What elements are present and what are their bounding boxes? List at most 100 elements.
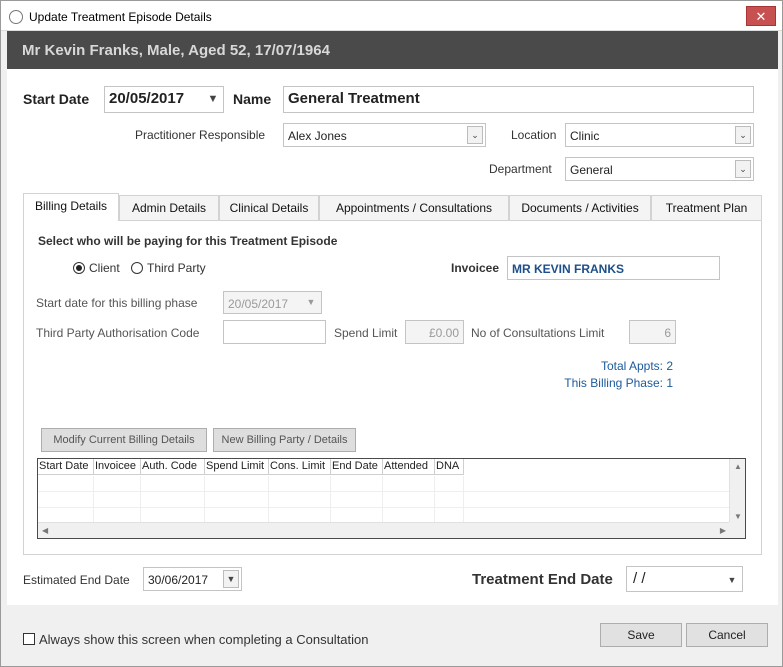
name-label: Name: [233, 91, 272, 107]
vertical-scrollbar[interactable]: ▲ ▼: [729, 459, 745, 523]
chevron-down-icon[interactable]: ▼: [724, 569, 740, 589]
consult-limit-input[interactable]: 6: [629, 320, 676, 344]
estimated-end-picker[interactable]: 30/06/2017 ▼: [143, 567, 242, 591]
treatment-end-value: / /: [633, 570, 646, 587]
tab-label: Appointments / Consultations: [335, 201, 493, 215]
modify-billing-label: Modify Current Billing Details: [53, 434, 195, 446]
col-attended[interactable]: Attended: [383, 459, 435, 474]
consult-limit-value: 6: [664, 326, 671, 340]
department-value: General: [570, 163, 613, 177]
practitioner-value: Alex Jones: [288, 129, 347, 143]
practitioner-select[interactable]: Alex Jones ⌄: [283, 123, 486, 147]
radio-client-indicator[interactable]: [73, 262, 85, 274]
department-label: Department: [489, 162, 552, 176]
chevron-down-icon[interactable]: ⌄: [467, 126, 483, 144]
tab-label: Admin Details: [131, 201, 207, 215]
location-value: Clinic: [570, 129, 600, 143]
auth-code-input[interactable]: [223, 320, 326, 344]
scroll-up-icon[interactable]: ▲: [734, 462, 742, 471]
episode-name-value: General Treatment: [288, 90, 420, 107]
tab-billing-details[interactable]: Billing Details: [23, 193, 119, 221]
estimated-end-value: 30/06/2017: [148, 573, 209, 587]
col-end-date[interactable]: End Date: [331, 459, 383, 474]
close-icon: ✕: [755, 9, 767, 24]
tab-label: Clinical Details: [229, 201, 309, 215]
window-title: Update Treatment Episode Details: [29, 10, 212, 24]
treatment-end-picker[interactable]: / / ▼: [626, 566, 743, 592]
tab-label: Documents / Activities: [521, 201, 639, 215]
tab-label: Treatment Plan: [665, 201, 748, 215]
spend-limit-input[interactable]: £0.00: [405, 320, 464, 344]
chevron-down-icon[interactable]: ▼: [205, 89, 221, 110]
invoicee-field[interactable]: MR KEVIN FRANKS: [507, 256, 720, 280]
chevron-down-icon[interactable]: ⌄: [735, 160, 751, 178]
spend-limit-label: Spend Limit: [334, 326, 398, 340]
radio-client-label: Client: [89, 261, 120, 275]
scroll-right-icon[interactable]: ▶: [720, 526, 726, 535]
start-date-label: Start Date: [23, 91, 90, 107]
save-button[interactable]: Save: [600, 623, 682, 647]
tab-label: Billing Details: [34, 199, 108, 213]
practitioner-label: Practitioner Responsible: [135, 128, 266, 142]
grid-header: Start Date Invoicee Auth. Code Spend Lim…: [38, 459, 464, 475]
billing-phase-count: This Billing Phase: 1: [564, 376, 673, 390]
modify-billing-button[interactable]: Modify Current Billing Details: [41, 428, 207, 452]
location-label: Location: [511, 128, 557, 142]
estimated-end-label: Estimated End Date: [23, 573, 130, 587]
phase-start-picker[interactable]: 20/05/2017 ▼: [223, 291, 322, 314]
col-cons-limit[interactable]: Cons. Limit: [269, 459, 331, 474]
always-show-label: Always show this screen when completing …: [39, 632, 369, 647]
new-billing-party-button[interactable]: New Billing Party / Details: [213, 428, 356, 452]
phase-start-label: Start date for this billing phase: [36, 296, 198, 310]
horizontal-scrollbar[interactable]: ◀ ▶: [38, 522, 730, 538]
save-label: Save: [627, 628, 655, 642]
new-billing-party-label: New Billing Party / Details: [221, 434, 348, 446]
chevron-down-icon[interactable]: ▼: [223, 570, 239, 588]
tab-clinical-details[interactable]: Clinical Details: [219, 195, 319, 221]
col-invoicee[interactable]: Invoicee: [94, 459, 141, 474]
consult-limit-label: No of Consultations Limit: [471, 326, 605, 340]
invoicee-value: MR KEVIN FRANKS: [512, 262, 625, 276]
dialog-window: Update Treatment Episode Details ✕ Mr Ke…: [0, 0, 783, 667]
total-appts: Total Appts: 2: [600, 359, 673, 373]
app-icon: [9, 10, 23, 24]
radio-client[interactable]: Client: [73, 261, 120, 275]
location-select[interactable]: Clinic ⌄: [565, 123, 754, 147]
col-dna[interactable]: DNA: [435, 459, 464, 474]
phase-start-value: 20/05/2017: [228, 297, 289, 311]
patient-header: Mr Kevin Franks, Male, Aged 52, 17/07/19…: [7, 31, 778, 69]
table-row: [38, 492, 730, 508]
tab-treatment-plan[interactable]: Treatment Plan: [651, 195, 762, 221]
start-date-value: 20/05/2017: [109, 90, 185, 107]
cancel-button[interactable]: Cancel: [686, 623, 768, 647]
radio-third-party[interactable]: Third Party: [131, 261, 206, 275]
episode-name-input[interactable]: General Treatment: [283, 86, 754, 113]
tab-admin-details[interactable]: Admin Details: [119, 195, 219, 221]
scroll-down-icon[interactable]: ▼: [734, 512, 742, 521]
table-row: [38, 476, 730, 492]
main-panel: Start Date 20/05/2017 ▼ Name General Tre…: [7, 69, 778, 605]
title-bar: Update Treatment Episode Details ✕: [1, 1, 782, 31]
chevron-down-icon[interactable]: ⌄: [735, 126, 751, 144]
tab-appointments-consultations[interactable]: Appointments / Consultations: [319, 195, 509, 221]
scroll-corner: [729, 522, 745, 538]
scroll-left-icon[interactable]: ◀: [42, 526, 48, 535]
col-spend-limit[interactable]: Spend Limit: [205, 459, 269, 474]
treatment-end-label: Treatment End Date: [472, 571, 613, 588]
always-show-checkbox[interactable]: [23, 633, 35, 645]
billing-heading: Select who will be paying for this Treat…: [38, 234, 338, 248]
auth-code-label: Third Party Authorisation Code: [36, 326, 200, 340]
start-date-picker[interactable]: 20/05/2017 ▼: [104, 86, 224, 113]
col-auth-code[interactable]: Auth. Code: [141, 459, 205, 474]
cancel-label: Cancel: [708, 628, 746, 642]
tab-documents-activities[interactable]: Documents / Activities: [509, 195, 651, 221]
department-select[interactable]: General ⌄: [565, 157, 754, 181]
spend-limit-value: £0.00: [428, 326, 459, 340]
close-button[interactable]: ✕: [746, 6, 776, 26]
radio-third-party-indicator[interactable]: [131, 262, 143, 274]
chevron-down-icon[interactable]: ▼: [303, 294, 319, 311]
billing-history-grid[interactable]: Start Date Invoicee Auth. Code Spend Lim…: [37, 458, 746, 539]
patient-summary: Mr Kevin Franks, Male, Aged 52, 17/07/19…: [22, 42, 330, 59]
radio-third-party-label: Third Party: [147, 261, 206, 275]
col-start-date[interactable]: Start Date: [38, 459, 94, 474]
